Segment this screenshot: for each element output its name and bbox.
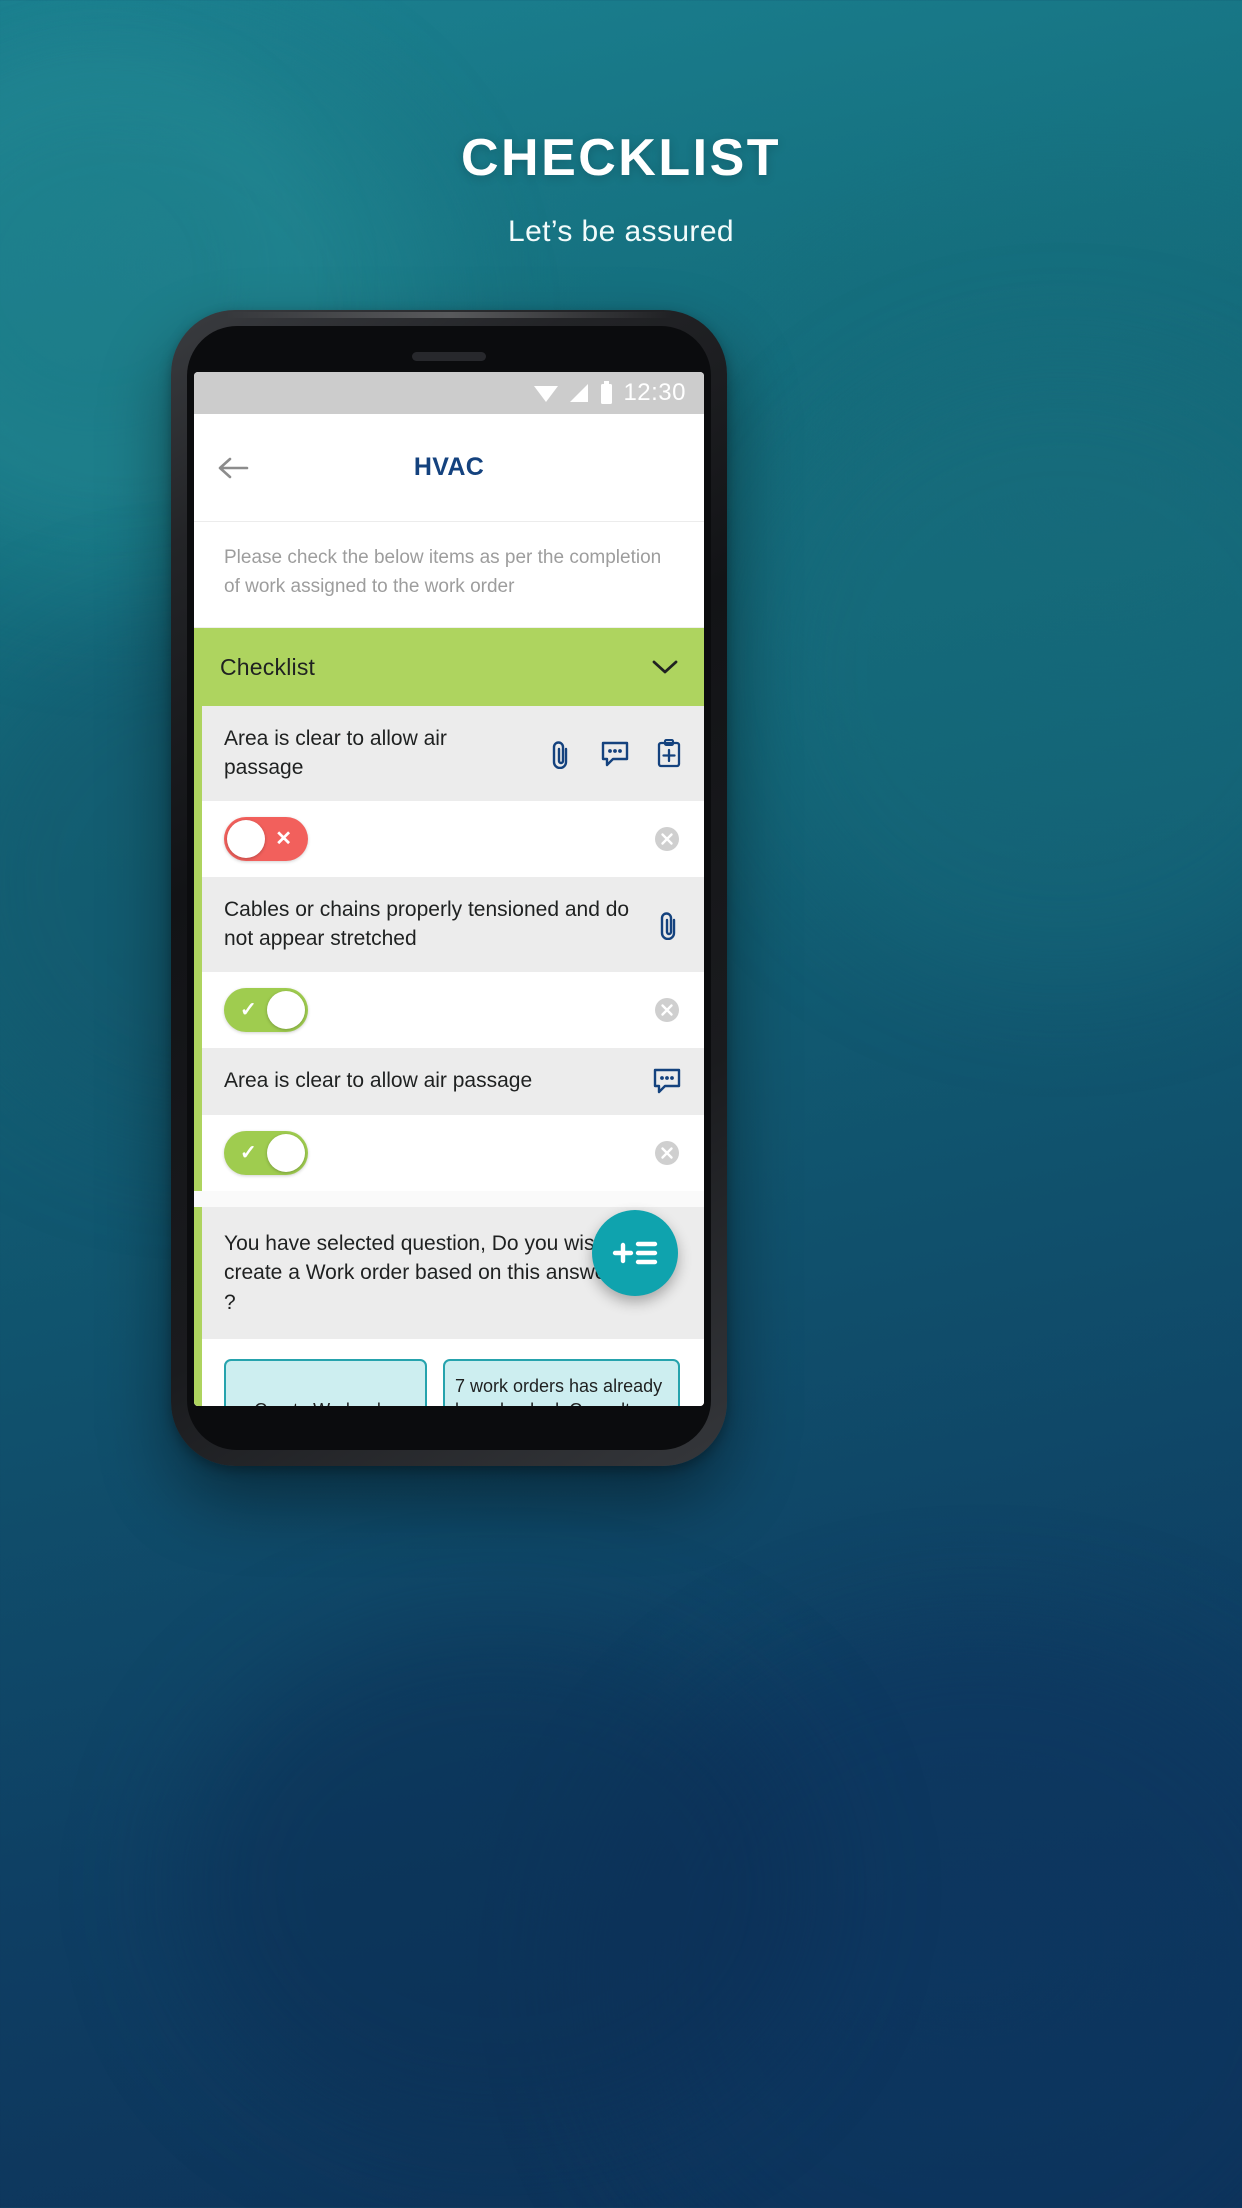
toggle-knob	[227, 820, 265, 859]
checklist-question-text: Area is clear to allow air passage	[224, 1069, 533, 1093]
instructions-text: Please check the below items as per the …	[194, 522, 704, 628]
checklist-question-row: Cables or chains properly tensioned and …	[194, 877, 704, 973]
background-blob-4	[602, 1628, 1242, 2208]
checklist-section-header[interactable]: Checklist	[194, 628, 704, 706]
toggle-mark: ✕	[275, 828, 292, 851]
add-list-icon	[612, 1241, 658, 1265]
toggle-knob	[267, 1133, 305, 1172]
add-button-fab[interactable]	[592, 1210, 678, 1296]
app-bar-title: HVAC	[413, 453, 485, 481]
checklist-question-row: Area is clear to allow air passage	[194, 1048, 704, 1115]
toggle-knob	[267, 991, 305, 1030]
answer-toggle-no[interactable]: ✕	[224, 817, 308, 862]
page-subtitle: Let’s be assured	[508, 215, 734, 249]
checklist-question-text: Area is clear to allow air passage	[224, 727, 447, 779]
comment-icon[interactable]	[600, 740, 630, 768]
answer-toggle-yes[interactable]: ✓	[224, 1130, 308, 1175]
checklist-answer-row: ✓	[194, 1114, 704, 1191]
clear-icon[interactable]	[652, 824, 682, 854]
checklist-question-actions	[656, 910, 682, 940]
create-workorder-button[interactable]: Create Workorder	[224, 1358, 427, 1406]
toggle-mark: ✓	[240, 1141, 257, 1164]
attachment-icon[interactable]	[548, 739, 574, 769]
toggle-mark: ✓	[240, 999, 257, 1022]
chevron-down-icon[interactable]	[652, 659, 678, 675]
consult-workorders-button[interactable]: 7 work orders has already been booked. C…	[443, 1358, 680, 1406]
attachment-icon[interactable]	[656, 910, 682, 940]
workorder-prompt-actions: Create Workorder 7 work orders has alrea…	[194, 1338, 704, 1406]
clipboard-add-icon[interactable]	[656, 738, 682, 769]
status-bar-time: 12:30	[623, 379, 686, 406]
checklist-question-text: Cables or chains properly tensioned and …	[224, 898, 630, 950]
phone-inner-bezel: 12:30 HVAC Please check the below items …	[187, 326, 711, 1450]
answer-toggle-yes[interactable]: ✓	[224, 988, 308, 1033]
checklist-group-rail	[194, 706, 202, 1191]
cell-signal-icon	[570, 384, 589, 402]
phone-mockup: 12:30 HVAC Please check the below items …	[171, 310, 727, 1466]
clear-icon[interactable]	[652, 1138, 682, 1168]
page-title: CHECKLIST	[460, 129, 782, 187]
app-bar: HVAC	[194, 414, 704, 522]
workorder-prompt-rail	[194, 1206, 202, 1406]
checklist-question-actions	[652, 1067, 682, 1095]
wifi-icon	[534, 386, 559, 402]
checklist-answer-row: ✕	[194, 801, 704, 878]
checklist-items-group: Area is clear to allow air passage ✕ Cab…	[194, 706, 704, 1191]
checklist-answer-row: ✓	[194, 972, 704, 1049]
status-bar: 12:30	[194, 372, 704, 414]
battery-icon	[601, 381, 613, 404]
phone-screen: 12:30 HVAC Please check the below items …	[194, 372, 704, 1406]
promo-headline: CHECKLIST Let’s be assured	[0, 129, 1242, 249]
background-blob-5	[180, 1628, 820, 2148]
checklist-question-actions	[548, 738, 682, 769]
section-gap	[194, 1190, 704, 1207]
phone-earpiece	[412, 352, 486, 361]
checklist-question-row: Area is clear to allow air passage	[194, 706, 704, 802]
checklist-section-label: Checklist	[220, 653, 316, 680]
clear-icon[interactable]	[652, 995, 682, 1025]
comment-icon[interactable]	[652, 1067, 682, 1095]
background-blob-3	[742, 360, 1242, 980]
